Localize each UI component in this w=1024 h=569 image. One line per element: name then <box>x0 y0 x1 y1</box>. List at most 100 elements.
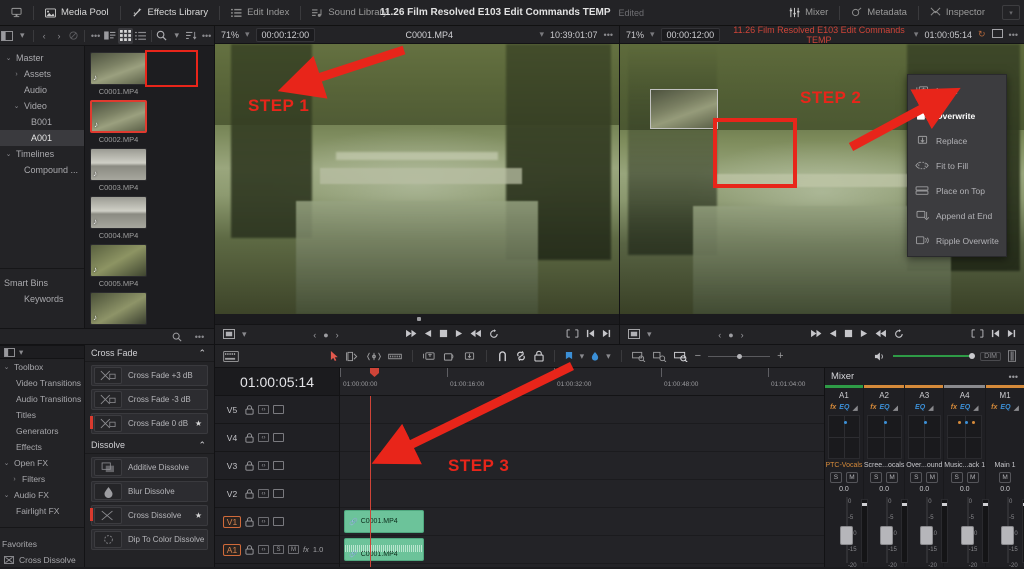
sidebar-toggle-icon[interactable] <box>0 28 15 44</box>
auto-select-icon[interactable]: ‹› <box>258 433 269 442</box>
jump-end-icon[interactable] <box>470 329 482 340</box>
timeline-clip-audio[interactable]: 🔗 C0001.MP4 <box>344 538 424 561</box>
chevron-down-icon[interactable]: ▾ <box>15 28 30 44</box>
timeline-playhead[interactable] <box>370 396 371 567</box>
context-menu-item-append-at-end[interactable]: Append at End <box>908 203 1006 228</box>
effects-tree-toolbar[interactable]: ▾ <box>0 345 84 359</box>
dim-audio-button[interactable]: DIM <box>980 351 1001 361</box>
scrubber-handle[interactable] <box>417 317 421 321</box>
dynamics-icon[interactable]: ◢ <box>852 404 857 412</box>
dynamics-icon[interactable]: ◢ <box>893 404 898 412</box>
mark-in-icon[interactable] <box>991 329 1000 340</box>
timeline-scrubber[interactable] <box>620 314 1024 324</box>
timeline-viewer-options-icon[interactable]: ••• <box>1009 30 1018 40</box>
lock-icon[interactable] <box>245 544 254 555</box>
footer-options-icon[interactable]: ••• <box>191 329 208 345</box>
chevron-down-icon[interactable]: ▾ <box>650 29 655 40</box>
media-clip-item[interactable]: ♪ C0003.MP4 <box>90 148 147 192</box>
search-icon[interactable] <box>155 28 170 44</box>
channel-fx-row[interactable]: fx EQ ◢ <box>951 404 979 412</box>
more-options-icon[interactable]: ••• <box>88 28 103 44</box>
bin-item-audio[interactable]: Audio <box>0 82 84 98</box>
mark-clip-icon[interactable] <box>971 329 984 340</box>
tab-inspector[interactable]: Inspector <box>919 0 996 25</box>
mute-button[interactable]: M <box>999 472 1012 483</box>
mute-button[interactable]: M <box>966 472 979 483</box>
media-clip-item[interactable]: ♪ C0005.MP4 <box>90 244 147 288</box>
refresh-icon[interactable]: ↻ <box>978 29 986 40</box>
eq-label[interactable]: EQ <box>879 404 889 412</box>
channel-db[interactable]: 0.0 <box>919 486 929 493</box>
lock-icon[interactable] <box>245 432 254 443</box>
panel-toggle-icon[interactable] <box>4 347 15 357</box>
favorite-star-icon[interactable]: ★ <box>195 511 202 520</box>
tab-mixer[interactable]: Mixer <box>778 0 839 25</box>
effects-list[interactable]: Cross Fade ⌃ Cross Fade +3 dB Cross Fade… <box>85 345 214 567</box>
effects-tree-fairlight-fx[interactable]: Fairlight FX <box>0 503 84 519</box>
mute-button[interactable]: M <box>288 545 299 554</box>
effect-item[interactable]: Additive Dissolve <box>91 457 208 478</box>
track-header-v4[interactable]: V4 ‹› <box>215 424 339 452</box>
pan-control[interactable] <box>908 415 941 459</box>
prev-marker-icon[interactable]: ‹ <box>718 330 721 340</box>
mark-in-icon[interactable] <box>586 329 595 340</box>
fx-label[interactable]: fx <box>830 404 836 412</box>
context-menu-item-place-on-top[interactable]: Place on Top <box>908 178 1006 203</box>
dynamic-trim-icon[interactable] <box>366 351 381 362</box>
auto-select-icon[interactable]: ‹› <box>258 517 269 526</box>
solo-button[interactable]: S <box>910 472 923 483</box>
mark-clip-icon[interactable] <box>566 329 579 340</box>
zoom-in-icon[interactable]: + <box>777 350 783 362</box>
eq-label[interactable]: EQ <box>839 404 849 412</box>
source-options-icon[interactable]: ••• <box>604 30 613 40</box>
tab-effects-library[interactable]: Effects Library <box>121 0 220 25</box>
mark-out-icon[interactable] <box>1007 329 1016 340</box>
fader-handle[interactable] <box>880 526 894 545</box>
track-lane-a1[interactable]: 🔗 C0001.MP4 <box>340 536 824 564</box>
channel-db[interactable]: 0.0 <box>960 486 970 493</box>
play-forward-icon[interactable] <box>860 329 868 340</box>
zoom-full-extent-icon[interactable] <box>673 351 688 362</box>
timeline-view-mode-icon[interactable] <box>628 328 640 341</box>
zoom-out-icon[interactable]: − <box>695 350 701 362</box>
auto-select-icon[interactable]: ‹› <box>258 461 269 470</box>
playhead-handle[interactable] <box>370 368 379 377</box>
auto-select-icon[interactable]: ‹› <box>258 405 269 414</box>
smart-bins-header[interactable]: Smart Bins <box>0 275 84 291</box>
bin-item-compound[interactable]: Compound ... <box>0 162 84 178</box>
mute-button[interactable]: M <box>845 472 858 483</box>
mixer-channel-a2[interactable]: A2 fxEQ◢ Scree...ocals SM 0.0 0 -5 -10 <box>863 385 909 569</box>
chevron-down-icon[interactable]: ▾ <box>245 29 250 40</box>
mixer-options-icon[interactable]: ••• <box>1009 372 1018 382</box>
clone-tool-icon[interactable] <box>66 28 81 44</box>
source-zoom-level[interactable]: 71% <box>221 30 239 40</box>
zoom-slider-handle[interactable] <box>736 353 742 359</box>
pan-control[interactable] <box>947 415 983 459</box>
play-reverse-icon[interactable] <box>424 329 432 340</box>
jump-start-icon[interactable] <box>405 329 417 340</box>
effect-item-favorite[interactable]: Cross Fade 0 dB ★ <box>90 413 208 434</box>
bin-item-timelines[interactable]: ⌄ Timelines <box>0 146 84 162</box>
chevron-down-icon[interactable]: ▾ <box>647 329 652 340</box>
lock-icon[interactable] <box>245 460 254 471</box>
auto-select-icon[interactable]: ‹› <box>258 489 269 498</box>
timeline-playhead-timecode[interactable]: 01:00:05:14 <box>215 368 340 395</box>
video-enable-icon[interactable] <box>273 489 284 498</box>
context-menu-item-ripple-overwrite[interactable]: Ripple Overwrite <box>908 228 1006 253</box>
tab-metadata[interactable]: Metadata <box>840 0 918 25</box>
mute-button[interactable]: M <box>886 472 899 483</box>
pan-dot[interactable] <box>958 421 962 424</box>
timeline-clip-video[interactable]: 🔗 C0001.MP4 <box>344 510 424 533</box>
selection-tool-icon[interactable] <box>330 350 339 362</box>
eq-label[interactable]: EQ <box>915 404 925 412</box>
timeline-viewer-name[interactable]: 11.26 Film Resolved E103 Edit Commands T… <box>726 25 912 45</box>
speaker-icon[interactable] <box>874 351 886 362</box>
channel-fx-row[interactable]: EQ ◢ <box>915 404 934 412</box>
fader-handle[interactable] <box>1001 526 1015 545</box>
video-enable-icon[interactable] <box>273 517 284 526</box>
fader-zone[interactable]: 0 -5 -10 -15 -20 <box>825 495 868 569</box>
volume-slider-handle[interactable] <box>969 353 976 359</box>
zoom-detail-icon[interactable] <box>652 351 667 362</box>
solo-button[interactable]: S <box>870 472 883 483</box>
audio-meters-icon[interactable] <box>1008 350 1016 362</box>
